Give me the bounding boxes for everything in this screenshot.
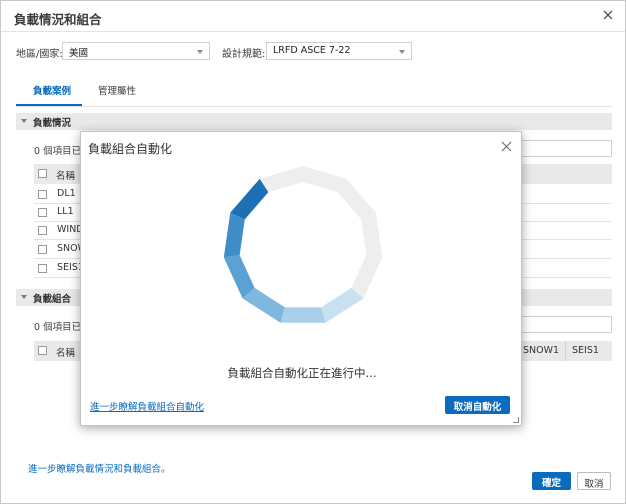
spinner-segment xyxy=(351,255,383,299)
ok-button[interactable]: 確定 xyxy=(532,472,571,490)
load-cases-section-title: 負載情況 xyxy=(33,118,72,129)
title-bar: 負載情況和組合 xyxy=(1,1,625,32)
select-all-checkbox[interactable] xyxy=(38,169,47,178)
region-label: 地區/國家: xyxy=(16,49,63,60)
region-select[interactable]: 美國 xyxy=(62,42,210,60)
automation-progress-modal: 負載組合自動化 負載組合自動化正在進行中... 進一步瞭解負載組合自動化 取消自… xyxy=(80,131,522,426)
tab-manage-properties[interactable]: 管理屬性 xyxy=(96,83,138,97)
load-combinations-section-title: 負載組合 xyxy=(33,294,72,305)
spinner-segment xyxy=(321,287,364,323)
cancel-button[interactable]: 取消 xyxy=(577,472,611,490)
column-divider xyxy=(565,341,566,361)
spinner-segment xyxy=(337,178,376,220)
progress-message: 負載組合自動化正在進行中... xyxy=(227,366,377,380)
region-select-value: 美國 xyxy=(69,48,89,59)
row-checkbox[interactable] xyxy=(38,190,47,199)
help-link-load-cases[interactable]: 進一步瞭解負載情況和負載組合。 xyxy=(28,461,171,475)
spinner-segment xyxy=(361,212,383,258)
help-link-automation[interactable]: 進一步瞭解負載組合自動化 xyxy=(90,399,204,413)
row-checkbox[interactable] xyxy=(38,245,47,254)
resize-handle[interactable] xyxy=(513,417,519,423)
spinner-segment xyxy=(223,255,255,299)
column-header-snow1: SNOW1 xyxy=(523,345,560,356)
row-checkbox[interactable] xyxy=(38,226,47,235)
select-all-checkbox[interactable] xyxy=(38,346,47,355)
design-code-select-value: LRFD ASCE 7-22 xyxy=(273,45,351,56)
load-cases-filter-input[interactable] xyxy=(519,140,612,157)
design-code-label: 設計規範: xyxy=(222,49,266,60)
modal-title: 負載組合自動化 xyxy=(88,142,173,156)
design-code-select[interactable]: LRFD ASCE 7-22 xyxy=(266,42,412,60)
load-case-name: DL1 xyxy=(57,188,76,199)
chevron-down-icon xyxy=(399,50,405,54)
tab-load-cases[interactable]: 負載案例 xyxy=(31,83,73,97)
close-icon[interactable] xyxy=(601,8,615,22)
load-combinations-filter-input[interactable] xyxy=(519,316,612,333)
column-header-name: 名稱 xyxy=(56,171,76,182)
row-checkbox[interactable] xyxy=(38,208,47,217)
column-header-name: 名稱 xyxy=(56,348,76,359)
chevron-down-icon xyxy=(197,50,203,54)
load-case-name: LL1 xyxy=(57,206,74,217)
tab-bar: 負載案例 管理屬性 xyxy=(16,77,612,107)
spinner-segment xyxy=(242,287,285,323)
spinner-segment xyxy=(230,178,269,220)
row-checkbox[interactable] xyxy=(38,264,47,273)
collapse-triangle-icon xyxy=(21,119,27,123)
spinner-segment xyxy=(259,166,303,193)
spinner-segment xyxy=(280,307,326,323)
cancel-automation-button[interactable]: 取消自動化 xyxy=(445,396,510,414)
column-header-seis1: SEIS1 xyxy=(572,345,599,356)
spinner-segment xyxy=(223,212,245,258)
active-tab-indicator xyxy=(16,104,82,106)
close-icon[interactable] xyxy=(501,141,512,152)
load-cases-section-header[interactable]: 負載情況 xyxy=(16,113,612,130)
collapse-triangle-icon xyxy=(21,295,27,299)
dialog-title: 負載情況和組合 xyxy=(14,12,102,27)
progress-spinner-icon xyxy=(223,166,383,323)
spinner-segment xyxy=(303,166,347,193)
